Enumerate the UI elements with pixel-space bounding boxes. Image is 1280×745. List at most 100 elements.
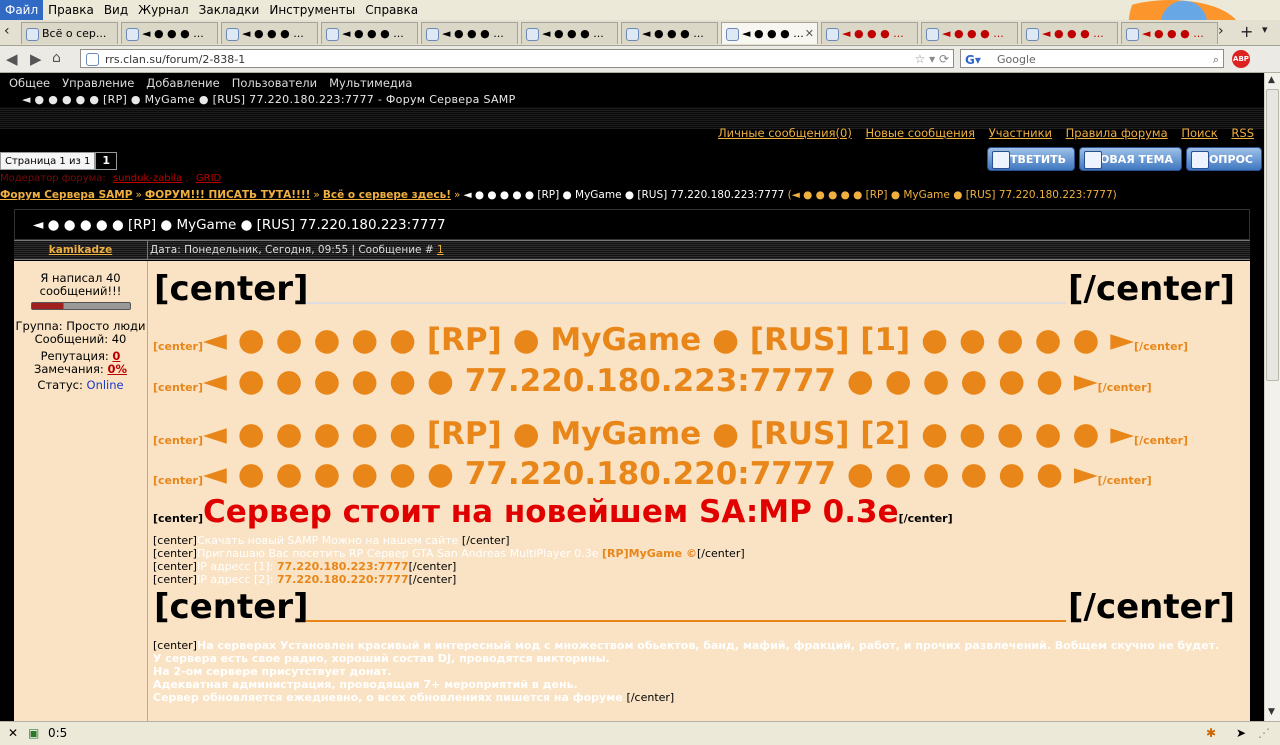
warn-label: Замечания: <box>34 362 104 376</box>
cursor-icon: ➤ <box>1236 726 1247 740</box>
scroll-down-icon[interactable]: ▼ <box>1268 707 1275 717</box>
bookmark-star-icon[interactable]: ☆ ▾ ⟳ <box>915 50 949 69</box>
vertical-scrollbar[interactable]: ▲ ▼ <box>1264 73 1280 721</box>
close-icon[interactable]: ✕ <box>8 722 18 745</box>
tab-close-icon[interactable]: ✕ <box>805 23 814 44</box>
tabs-scroll-left-icon[interactable]: ‹ <box>4 23 10 39</box>
server-line-2: [center]◄ ● ● ● ● ● ● 77.220.180.223:777… <box>153 363 1152 399</box>
divider-line-orange <box>306 620 1066 622</box>
divider-line <box>306 302 1066 304</box>
menu-edit[interactable]: Правка <box>43 0 99 20</box>
menu-history[interactable]: Журнал <box>133 0 194 20</box>
adblock-icon[interactable]: ABP <box>1232 50 1250 68</box>
link-members[interactable]: Участники <box>989 126 1052 140</box>
tab-11[interactable]: ◄ ● ● ● ... <box>1021 22 1118 44</box>
site-menu-general[interactable]: Общее <box>3 73 56 93</box>
tab-label: ◄ ● ● ● ... <box>142 27 204 40</box>
link-private-messages[interactable]: Личные сообщения(0) <box>718 126 852 140</box>
back-icon[interactable]: ◀ <box>6 50 18 68</box>
post-date-text: Дата: Понедельник, Сегодня, 09:55 | Сооб… <box>150 244 434 256</box>
author-link[interactable]: kamikadze <box>49 244 112 256</box>
breadcrumb-subforum[interactable]: Всё о сервере здесь! <box>323 189 451 201</box>
forward-icon[interactable]: ▶ <box>30 50 42 68</box>
server-version-line: [center]Сервер стоит на новейшем SA:MP 0… <box>153 494 953 530</box>
breadcrumb-section[interactable]: ФОРУМ!!! ПИСАТЬ ТУТА!!!! <box>145 189 311 201</box>
moderator-link-2[interactable]: GRID <box>196 173 221 184</box>
tab-favicon-icon <box>326 28 339 41</box>
user-message-count: Сообщений: 40 <box>34 332 127 346</box>
tab-label: ◄ ● ● ● ... <box>542 27 604 40</box>
search-placeholder: Google <box>997 53 1036 66</box>
center-tag-close: [/center] <box>1068 269 1235 309</box>
tab-7[interactable]: ◄ ● ● ● ... <box>621 22 718 44</box>
tab-3[interactable]: ◄ ● ● ● ... <box>221 22 318 44</box>
url-text: rrs.clan.su/forum/2-838-1 <box>105 53 246 66</box>
download-line: [center]Скачать новый SAMP Можно на наше… <box>153 534 510 547</box>
poll-button[interactable]: ОПРОС <box>1186 147 1262 171</box>
menu-help[interactable]: Справка <box>360 0 423 20</box>
link-forum-rules[interactable]: Правила форума <box>1066 126 1168 140</box>
new-topic-button-label: НОВАЯ ТЕМА <box>1090 153 1173 166</box>
addon-icon[interactable]: ✱ <box>1206 722 1216 745</box>
search-icon[interactable]: ⌕ <box>1213 50 1219 69</box>
tab-1[interactable]: Всё о сер... <box>21 22 118 44</box>
browser-menubar: Файл Правка Вид Журнал Закладки Инструме… <box>0 0 1280 20</box>
center-tag-close-2: [/center] <box>1068 587 1235 627</box>
scroll-up-icon[interactable]: ▲ <box>1268 75 1275 85</box>
site-menu-management[interactable]: Управление <box>56 73 140 93</box>
tab-label: ◄ ● ● ● ... <box>1042 27 1104 40</box>
post-number-link[interactable]: 1 <box>437 244 444 256</box>
link-rss[interactable]: RSS <box>1231 126 1254 140</box>
tab-2[interactable]: ◄ ● ● ● ... <box>121 22 218 44</box>
new-tab-icon[interactable]: + <box>1240 22 1253 41</box>
reply-button[interactable]: ОТВЕТИТЬ <box>987 147 1075 171</box>
home-icon[interactable]: ⌂ <box>52 50 61 66</box>
tab-4[interactable]: ◄ ● ● ● ... <box>321 22 418 44</box>
tab-8[interactable]: ◄ ● ● ● ... ✕ <box>721 22 818 44</box>
rep-value[interactable]: 0 <box>112 349 120 363</box>
scrollbar-thumb[interactable] <box>1266 89 1279 381</box>
page-status-icon: ▣ <box>28 726 40 740</box>
search-input[interactable]: G▾ Google ⌕ <box>960 49 1224 68</box>
tab-label: Всё о сер... <box>42 27 107 40</box>
menu-tools[interactable]: Инструменты <box>264 0 360 20</box>
moderator-link-1[interactable]: sunduk-zabila <box>113 173 182 184</box>
status-badge: Online <box>86 378 124 392</box>
tab-9[interactable]: ◄ ● ● ● ... <box>821 22 918 44</box>
tab-favicon-icon <box>626 28 639 41</box>
tab-10[interactable]: ◄ ● ● ● ... <box>921 22 1018 44</box>
menu-file[interactable]: Файл <box>0 0 44 20</box>
moderators-line: Модератор форума: sunduk-zabila , GRID <box>0 173 222 184</box>
link-search[interactable]: Поиск <box>1181 126 1217 140</box>
post-body: [center] [/center] [center]◄ ● ● ● ● ● [… <box>148 261 1250 721</box>
resize-grip-icon[interactable]: ⋰ <box>1258 722 1270 745</box>
tab-6[interactable]: ◄ ● ● ● ... <box>521 22 618 44</box>
pagination: Страница 1 из 1 1 <box>0 152 117 170</box>
navigation-bar: ◀ ▶ ⌂ rrs.clan.su/forum/2-838-1 ☆ ▾ ⟳ G▾… <box>0 46 1280 73</box>
site-menu-multimedia[interactable]: Мультимедиа <box>323 73 418 93</box>
site-menu-users[interactable]: Пользователи <box>226 73 323 93</box>
address-bar[interactable]: rrs.clan.su/forum/2-838-1 ☆ ▾ ⟳ <box>80 49 954 68</box>
tab-12[interactable]: ◄ ● ● ● ... <box>1121 22 1218 44</box>
tab-label: ◄ ● ● ● ... <box>942 27 1004 40</box>
server-line-4: [center]◄ ● ● ● ● ● ● 77.220.180.220:777… <box>153 456 1152 492</box>
tab-5[interactable]: ◄ ● ● ● ... <box>421 22 518 44</box>
menu-bookmarks[interactable]: Закладки <box>194 0 265 20</box>
tab-label: ◄ ● ● ● ... <box>242 27 304 40</box>
pager-page-1[interactable]: 1 <box>95 152 117 170</box>
new-topic-icon <box>1084 151 1102 169</box>
status-text: 0:5 <box>48 726 68 740</box>
rank-progress-bar <box>30 302 131 310</box>
tab-favicon-icon <box>226 28 239 41</box>
site-menu-add[interactable]: Добавление <box>140 73 225 93</box>
warn-value[interactable]: 0% <box>107 362 127 376</box>
tab-favicon-icon <box>1026 28 1039 41</box>
tab-list-icon[interactable]: ▾ <box>1262 23 1268 36</box>
menu-view[interactable]: Вид <box>99 0 133 20</box>
tabs-scroll-right-icon[interactable]: › <box>1218 23 1224 39</box>
google-icon: G▾ <box>965 53 981 67</box>
link-new-messages[interactable]: Новые сообщения <box>865 126 975 140</box>
tab-label: ◄ ● ● ● ... <box>442 27 504 40</box>
new-topic-button[interactable]: НОВАЯ ТЕМА <box>1079 147 1182 171</box>
breadcrumb-forum[interactable]: Форум Сервера SAMP <box>0 189 132 201</box>
